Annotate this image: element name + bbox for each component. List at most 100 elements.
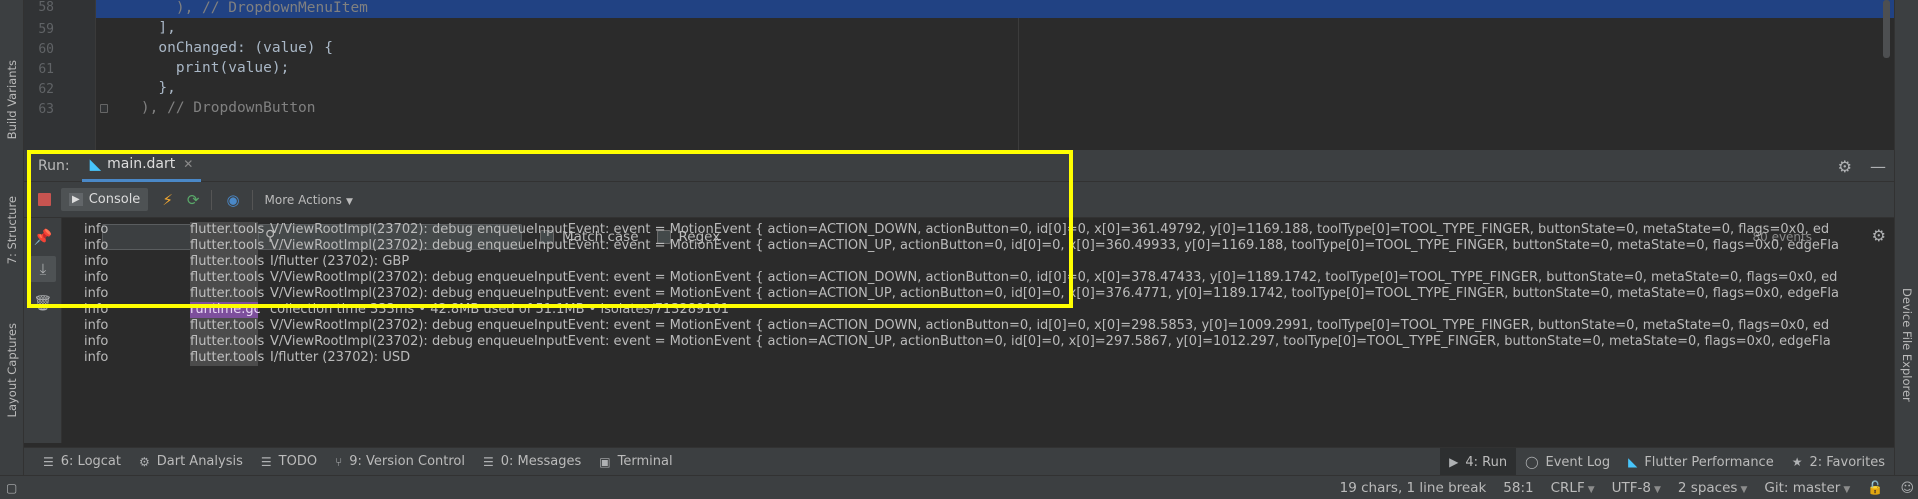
line-separator-widget[interactable]: CRLF ▼ (1551, 480, 1595, 496)
run-panel: Run: ◣ main.dart ✕ ⚙ — ▶ Console ⚡ ⟳ ◉ M… (24, 150, 1894, 443)
caret-position[interactable]: 58:1 (1503, 480, 1533, 496)
inspector-icon[interactable]: ☺ (1900, 481, 1914, 496)
tool-flutter-performance[interactable]: ◣ Flutter Performance (1619, 448, 1783, 476)
tool-logcat[interactable]: ☰ 6: Logcat (34, 448, 130, 476)
close-icon[interactable]: ✕ (183, 157, 193, 171)
tool-logcat-label: 6: Logcat (60, 454, 121, 469)
selection-info: 19 chars, 1 line break (1339, 480, 1487, 496)
structure-tab[interactable]: 7: Structure (0, 185, 24, 275)
run-label: Run: (38, 157, 70, 174)
log-row: info flutter.tools V/ViewRootImpl(23702)… (62, 222, 1882, 238)
tool-run-label: 4: Run (1465, 454, 1508, 470)
tab-console[interactable]: ▶ Console (61, 188, 149, 211)
tool-favorites[interactable]: ★ 2: Favorites (1783, 448, 1894, 476)
code-line: ), // DropdownButton (106, 98, 1894, 118)
log-message: V/ViewRootImpl(23702): debug enqueueInpu… (270, 286, 1839, 301)
editor-scrollbar[interactable] (1883, 0, 1890, 58)
device-file-explorer-tab[interactable]: Device File Explorer (1895, 288, 1918, 428)
log-level: info (84, 222, 109, 237)
scroll-to-end-icon[interactable]: ⤓ (30, 256, 56, 282)
console-side-tools: 📌 ⤓ 🗑 (24, 218, 62, 443)
messages-icon: ☰ (482, 454, 494, 469)
log-tag: runtime.gc (190, 302, 261, 318)
code-text: }, (158, 80, 176, 96)
tool-terminal[interactable]: ▣ Terminal (590, 448, 681, 476)
log-level: info (84, 318, 109, 333)
log-message: V/ViewRootImpl(23702): debug enqueueInpu… (270, 222, 1830, 237)
minimize-icon[interactable]: — (1870, 157, 1886, 176)
log-level: info (84, 238, 109, 253)
more-actions-button[interactable]: More Actions ▼ (265, 193, 353, 207)
line-number: 63 (38, 102, 54, 117)
log-level: info (84, 286, 109, 301)
lock-icon[interactable]: 🔓 (1867, 481, 1883, 496)
log-level: info (84, 302, 109, 317)
status-bar-right: 19 chars, 1 line break 58:1 CRLF ▼ UTF-8 ▼… (1340, 476, 1914, 499)
log-level: info (84, 254, 109, 269)
line-number: 59 (38, 22, 54, 37)
encoding-widget[interactable]: UTF-8 ▼ (1612, 480, 1661, 496)
build-variants-tab[interactable]: Build Variants (0, 50, 24, 150)
line-number: 61 (38, 62, 54, 77)
layout-captures-tab[interactable]: Layout Captures (0, 310, 24, 430)
stop-icon[interactable] (38, 193, 51, 206)
code-text: onChanged: (value) { (158, 40, 333, 56)
tool-run[interactable]: ▶ 4: Run (1440, 448, 1517, 476)
star-icon: ★ (1791, 455, 1803, 469)
tool-dart-analysis[interactable]: ⚙ Dart Analysis (130, 448, 252, 476)
console-icon: ▶ (69, 193, 83, 206)
log-tag: flutter.tools (190, 222, 265, 238)
code-editor[interactable]: 58 59 60 61 62 63 ), // DropdownMenuItem… (24, 0, 1894, 150)
tool-version-control[interactable]: ⑂ 9: Version Control (326, 448, 474, 476)
code-text: ], (158, 20, 176, 36)
tool-todo-label: TODO (278, 454, 318, 469)
tool-messages[interactable]: ☰ 0: Messages (474, 448, 590, 476)
git-branch-widget[interactable]: Git: master ▼ (1764, 480, 1850, 496)
hot-reload-icon[interactable]: ⚡ (162, 191, 173, 209)
log-level: info (84, 350, 109, 365)
dart-analysis-icon: ⚙ (138, 454, 150, 469)
run-panel-header: Run: ◣ main.dart ✕ ⚙ — (24, 150, 1894, 182)
hot-restart-icon[interactable]: ⟳ (187, 191, 200, 209)
branch-icon: ⑂ (335, 454, 343, 469)
more-actions-label: More Actions (264, 192, 342, 207)
code-line: ), // DropdownMenuItem (96, 0, 1894, 18)
toggle-tool-windows-icon[interactable]: ▢ (6, 481, 17, 495)
log-tag: flutter.tools (190, 350, 265, 366)
log-row: info flutter.tools V/ViewRootImpl(23702)… (62, 238, 1882, 254)
run-header-actions: ⚙ — (1838, 150, 1886, 182)
log-message: V/ViewRootImpl(23702): debug enqueueInpu… (270, 270, 1838, 285)
devtools-icon[interactable]: ◉ (226, 191, 239, 209)
pin-icon[interactable]: 📌 (30, 224, 56, 250)
tool-favorites-label: 2: Favorites (1809, 454, 1885, 470)
toolbar-separator (211, 189, 213, 210)
code-line: ], (106, 18, 1894, 38)
line-separator-label: CRLF (1550, 480, 1585, 496)
log-row: info flutter.tools I/flutter (23702): GB… (62, 254, 1882, 270)
log-message: I/flutter (23702): GBP (270, 254, 410, 269)
tab-main-dart[interactable]: ◣ main.dart ✕ (81, 150, 202, 182)
logcat-icon: ☰ (43, 454, 54, 469)
log-message: V/ViewRootImpl(23702): debug enqueueInpu… (270, 238, 1839, 253)
log-row: info flutter.tools V/ViewRootImpl(23702)… (62, 286, 1882, 302)
line-number: 58 (38, 0, 54, 15)
right-tool-strip: Device File Explorer (1894, 0, 1918, 499)
build-variants-label: Build Variants (5, 60, 19, 140)
log-row: info flutter.tools V/ViewRootImpl(23702)… (62, 334, 1882, 350)
log-list[interactable]: info flutter.tools V/ViewRootImpl(23702)… (62, 222, 1882, 443)
log-tag: flutter.tools (190, 238, 265, 254)
indent-widget[interactable]: 2 spaces ▼ (1678, 480, 1747, 496)
tool-window-bar: ☰ 6: Logcat ⚙ Dart Analysis ☰ TODO ⑂ 9: Vers… (24, 447, 1894, 476)
tool-todo[interactable]: ☰ TODO (252, 448, 326, 476)
status-bar: ▢ 19 chars, 1 line break 58:1 CRLF ▼ UTF-… (0, 475, 1918, 499)
terminal-icon: ▣ (599, 454, 611, 469)
gear-icon[interactable]: ⚙ (1838, 157, 1852, 176)
trash-icon[interactable]: 🗑 (30, 290, 56, 316)
log-tag: flutter.tools (190, 318, 265, 334)
line-number: 60 (38, 42, 54, 57)
tool-event-log[interactable]: ◯ Event Log (1516, 448, 1619, 476)
